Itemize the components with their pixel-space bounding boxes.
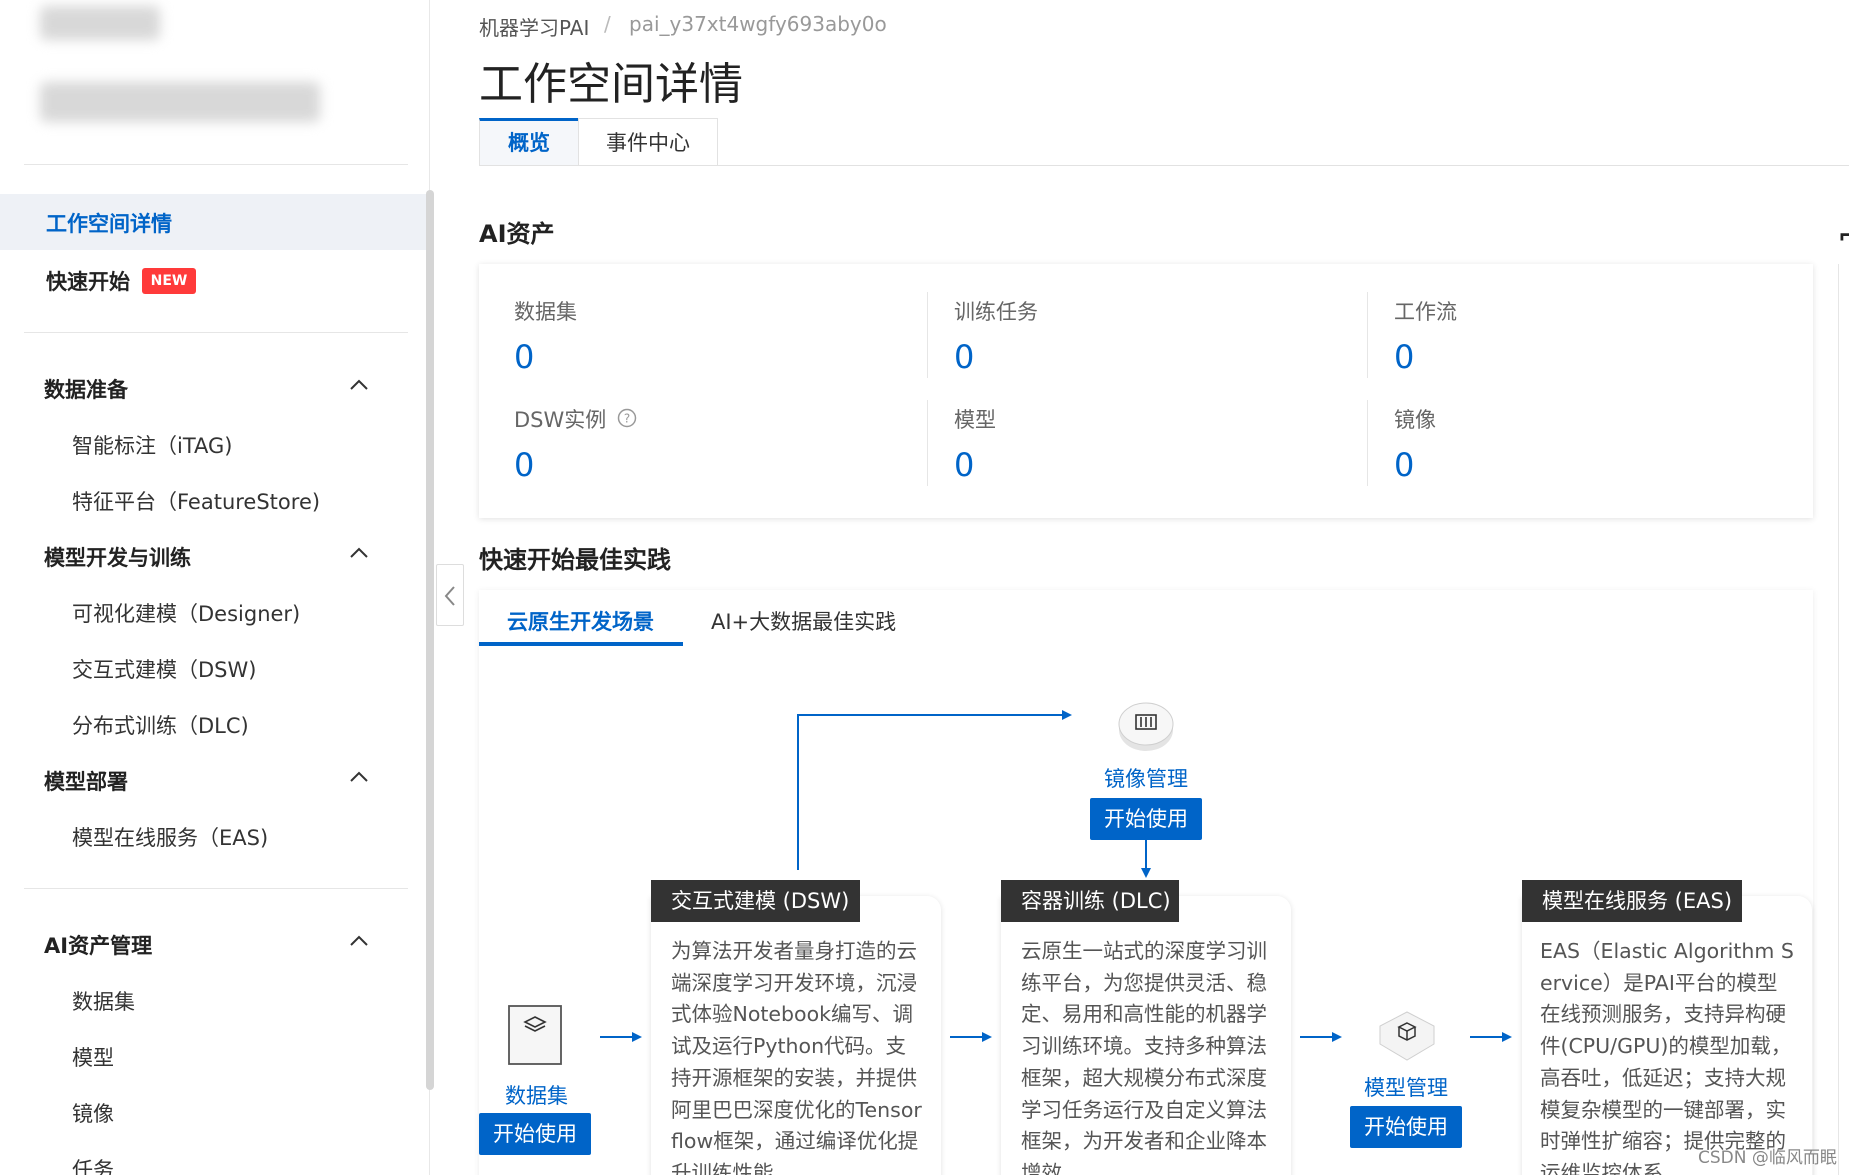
stage-title-dsw: 交互式建模 (DSW): [651, 880, 860, 922]
sidebar-group-model-dev[interactable]: 模型开发与训练: [44, 542, 191, 572]
best-practice-title: 快速开始最佳实践: [479, 546, 671, 574]
asset-label-models: 模型: [954, 408, 996, 432]
model-box-icon: [1379, 1011, 1435, 1061]
sidebar-item-dsw[interactable]: 交互式建模（DSW): [72, 654, 256, 684]
sidebar-divider: [24, 164, 408, 165]
sidebar-item-models[interactable]: 模型: [72, 1042, 114, 1072]
right-panel-edge: ⌐: [1838, 222, 1849, 250]
breadcrumb-workspace: pai_y37xt4wgfy693aby0o: [629, 12, 887, 36]
tab-ai-bigdata[interactable]: AI+大数据最佳实践: [711, 606, 896, 636]
sidebar-item-featurestore[interactable]: 特征平台（FeatureStore): [72, 486, 320, 516]
chevron-up-icon[interactable]: [348, 542, 370, 564]
sidebar-item-workspace-detail[interactable]: 工作空间详情: [46, 208, 172, 238]
asset-value-datasets[interactable]: 0: [514, 338, 534, 376]
stage-desc-dlc: 云原生一站式的深度学习训练平台，为您提供灵活、稳定、易用和高性能的机器学习训练环…: [1021, 939, 1267, 1175]
divider: [927, 400, 928, 486]
collapse-sidebar-button[interactable]: [436, 564, 464, 626]
stage-desc-eas: EAS（Elastic Algorithm Service）是PAI平台的模型在…: [1540, 939, 1794, 1175]
ai-assets-title: AI资产: [479, 220, 555, 248]
sidebar-group-ai-assets[interactable]: AI资产管理: [44, 930, 152, 960]
sidebar-item-tasks[interactable]: 任务: [72, 1154, 114, 1175]
stage-title-eas: 模型在线服务 (EAS): [1522, 880, 1742, 922]
image-mgmt-label[interactable]: 镜像管理: [1104, 763, 1188, 793]
chevron-up-icon[interactable]: [348, 374, 370, 396]
asset-value-train-jobs[interactable]: 0: [954, 338, 974, 376]
image-mgmt-start-button[interactable]: 开始使用: [1090, 798, 1202, 840]
sidebar-item-itag[interactable]: 智能标注（iTAG): [72, 430, 233, 460]
stage-desc-dsw: 为算法开发者量身打造的云端深度学习开发环境，沉浸式体验Notebook编写、调试…: [671, 939, 922, 1175]
asset-label-dsw: DSW实例: [514, 408, 607, 432]
sidebar-divider: [24, 888, 408, 889]
disk-icon: [1118, 702, 1174, 751]
model-mgmt-label[interactable]: 模型管理: [1364, 1072, 1448, 1102]
dataset-icon: [508, 1005, 562, 1065]
tab-cloud-native[interactable]: 云原生开发场景: [507, 606, 654, 636]
breadcrumb-root[interactable]: 机器学习PAI: [479, 12, 589, 41]
chevron-up-icon[interactable]: [348, 930, 370, 952]
new-badge: NEW: [142, 268, 196, 294]
model-mgmt-start-button[interactable]: 开始使用: [1350, 1106, 1462, 1148]
sidebar-item-datasets[interactable]: 数据集: [72, 986, 135, 1016]
ai-assets-card: 数据集 0 训练任务 0 工作流 0 DSW实例 ? 0 模型 0 镜像 0: [479, 264, 1813, 518]
tab-bar-divider: [718, 165, 1849, 166]
svg-text:?: ?: [624, 412, 630, 426]
help-icon[interactable]: ?: [617, 408, 637, 428]
sidebar-divider: [24, 332, 408, 333]
asset-label-train-jobs: 训练任务: [954, 300, 1038, 324]
asset-value-images[interactable]: 0: [1394, 446, 1414, 484]
divider: [1367, 292, 1368, 378]
sidebar-group-data-prep[interactable]: 数据准备: [44, 374, 128, 404]
sidebar-item-images[interactable]: 镜像: [72, 1098, 114, 1128]
sidebar-group-deploy[interactable]: 模型部署: [44, 766, 128, 796]
tab-overview[interactable]: 概览: [479, 118, 579, 166]
chevron-left-icon: [444, 586, 455, 606]
page-title: 工作空间详情: [479, 59, 743, 110]
breadcrumb-separator: /: [604, 12, 611, 36]
asset-label-images: 镜像: [1394, 408, 1436, 432]
asset-value-workflows[interactable]: 0: [1394, 338, 1414, 376]
right-panel-border: [1838, 264, 1849, 1175]
divider: [927, 292, 928, 378]
blurred-logo: [40, 6, 160, 40]
asset-label-datasets: 数据集: [514, 300, 577, 324]
sidebar: 工作空间详情 快速开始 NEW 数据准备 智能标注（iTAG) 特征平台（Fea…: [0, 0, 430, 1175]
dataset-start-button[interactable]: 开始使用: [479, 1113, 591, 1155]
stage-title-dlc: 容器训练 (DLC): [1001, 880, 1179, 922]
tab-events[interactable]: 事件中心: [578, 118, 718, 166]
sidebar-item-quick-start[interactable]: 快速开始: [46, 266, 130, 296]
watermark: CSDN @临风而眠: [1698, 1148, 1837, 1168]
asset-label-workflows: 工作流: [1394, 300, 1457, 324]
asset-value-models[interactable]: 0: [954, 446, 974, 484]
chevron-up-icon[interactable]: [348, 766, 370, 788]
asset-value-dsw[interactable]: 0: [514, 446, 534, 484]
sidebar-scrollbar[interactable]: [426, 190, 434, 1090]
sidebar-item-eas[interactable]: 模型在线服务（EAS): [72, 822, 268, 852]
sidebar-item-dlc[interactable]: 分布式训练（DLC): [72, 710, 249, 740]
blurred-workspace-selector[interactable]: [40, 82, 320, 122]
dataset-label[interactable]: 数据集: [505, 1080, 568, 1110]
sidebar-item-designer[interactable]: 可视化建模（Designer): [72, 598, 300, 628]
active-tab-indicator: [479, 642, 683, 646]
divider: [1367, 400, 1368, 486]
